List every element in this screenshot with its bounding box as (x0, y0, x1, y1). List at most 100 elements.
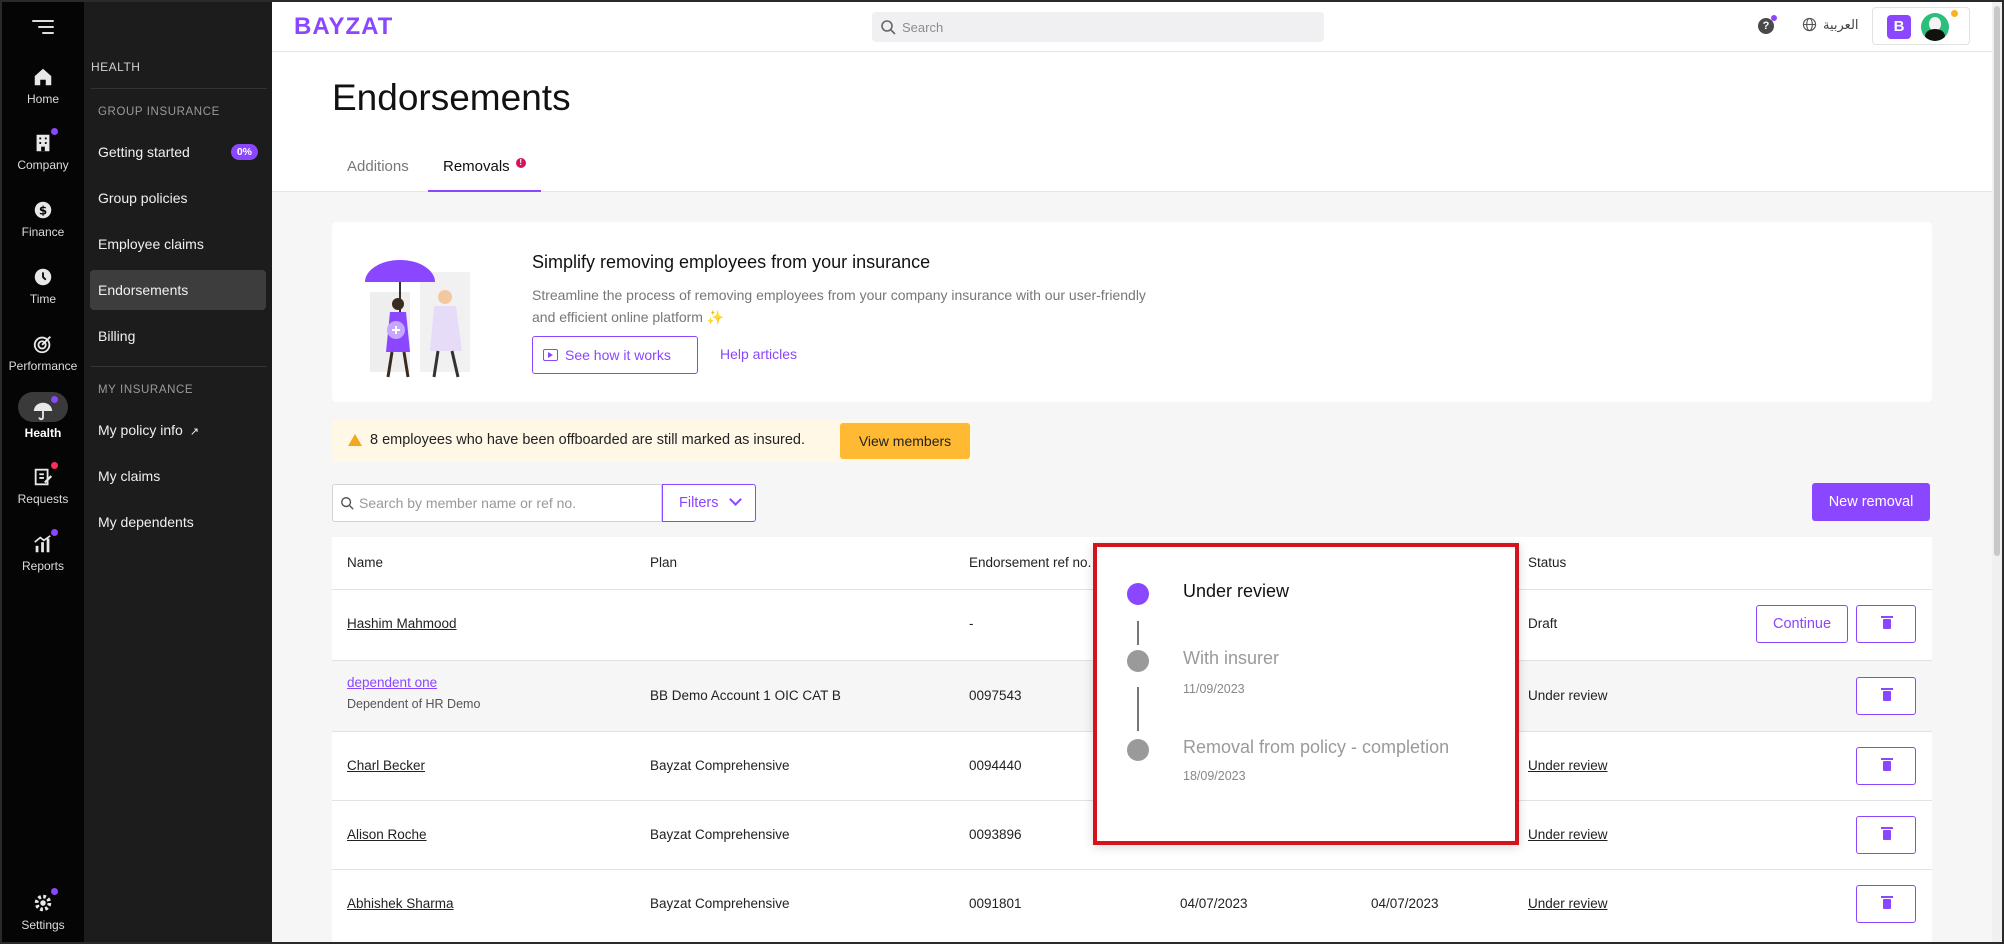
svg-text:$: $ (39, 204, 47, 218)
sidebar-heading: HEALTH (91, 60, 141, 74)
building-icon (32, 128, 58, 154)
status-timeline-popover: Under review With insurer 11/09/2023 Rem… (1093, 543, 1519, 845)
target-icon (32, 333, 54, 355)
member-name-link[interactable]: Abhishek Sharma (347, 896, 454, 911)
sidebar-item-group-policies[interactable]: Group policies (90, 178, 266, 218)
help-articles-link[interactable]: Help articles (720, 346, 797, 362)
member-search[interactable] (332, 484, 662, 522)
clock-icon (32, 266, 54, 288)
group-insurance-label: GROUP INSURANCE (98, 106, 220, 118)
status-link[interactable]: Under review (1528, 896, 1608, 911)
progress-badge: 0% (230, 144, 258, 160)
warning-text: 8 employees who have been offboarded are… (370, 432, 805, 448)
profile-switcher[interactable]: B (1872, 7, 1970, 45)
menu-icon[interactable] (32, 20, 54, 36)
col-plan: Plan (650, 555, 678, 570)
member-name-link[interactable]: Hashim Mahmood (347, 616, 457, 631)
gear-icon (32, 888, 58, 914)
delete-button[interactable] (1856, 747, 1916, 785)
external-link-icon: ↗ (189, 426, 199, 438)
delete-button[interactable] (1856, 605, 1916, 643)
member-name-link[interactable]: Alison Roche (347, 827, 427, 842)
home-icon (32, 66, 54, 88)
member-name-link[interactable]: dependent one (347, 675, 437, 690)
alert-icon: ! (515, 158, 526, 168)
status-link[interactable]: Under review (1528, 758, 1608, 773)
delete-button[interactable] (1856, 677, 1916, 715)
page-scrollbar[interactable] (1992, 2, 2002, 942)
rail-item-time[interactable]: Time (2, 266, 84, 306)
global-search-input[interactable] (902, 12, 1312, 42)
health-sidebar: HEALTH GROUP INSURANCE Getting started 0… (84, 2, 272, 942)
ref-cell: 0091801 (969, 896, 1022, 911)
sidebar-item-my-policy-info[interactable]: My policy info ↗ (90, 410, 266, 450)
search-icon (881, 20, 896, 35)
member-search-input[interactable] (359, 485, 657, 521)
rail-item-performance[interactable]: Performance (2, 333, 84, 373)
date-cell: 04/07/2023 (1371, 896, 1439, 911)
member-subtitle: Dependent of HR Demo (347, 697, 481, 711)
date-cell: 04/07/2023 (1180, 896, 1248, 911)
plan-cell: Bayzat Comprehensive (650, 896, 790, 911)
sidebar-item-endorsements[interactable]: Endorsements (90, 270, 266, 310)
sidebar-item-employee-claims[interactable]: Employee claims (90, 224, 266, 264)
sidebar-item-billing[interactable]: Billing (90, 316, 266, 356)
member-name-link[interactable]: Charl Becker (347, 758, 425, 773)
filters-button[interactable]: Filters (662, 484, 756, 522)
promo-title: Simplify removing employees from your in… (532, 252, 931, 272)
global-search[interactable] (872, 12, 1324, 42)
sidebar-item-getting-started[interactable]: Getting started 0% (90, 132, 266, 172)
trash-icon (1881, 827, 1893, 840)
sidebar-item-my-dependents[interactable]: My dependents (90, 502, 266, 542)
rail-item-finance[interactable]: $ Finance (2, 199, 84, 239)
promo-card: Simplify removing employees from your in… (332, 222, 1932, 402)
page-title: Endorsements (332, 77, 571, 118)
plan-cell: Bayzat Comprehensive (650, 827, 790, 842)
rail-item-requests[interactable]: Requests (2, 462, 84, 506)
delete-button[interactable] (1856, 816, 1916, 854)
offboarded-warning: 8 employees who have been offboarded are… (332, 420, 972, 462)
delete-button[interactable] (1856, 885, 1916, 923)
ref-cell: - (969, 616, 974, 631)
view-members-button[interactable]: View members (840, 423, 970, 459)
sidebar-item-my-claims[interactable]: My claims (90, 456, 266, 496)
page-header: Endorsements Additions Removals! (272, 52, 2002, 192)
company-logo: B (1887, 15, 1911, 39)
tab-additions[interactable]: Additions (347, 158, 409, 192)
plan-cell: BB Demo Account 1 OIC CAT B (650, 688, 841, 703)
continue-button[interactable]: Continue (1756, 605, 1848, 643)
language-switch[interactable]: العربية (1802, 17, 1859, 33)
bar-chart-icon (32, 529, 58, 555)
status-link[interactable]: Under review (1528, 827, 1608, 842)
avatar (1921, 13, 1949, 41)
video-icon (543, 349, 558, 361)
rail-item-reports[interactable]: Reports (2, 529, 84, 573)
new-removal-button[interactable]: New removal (1812, 483, 1930, 521)
logo: BAYZAT (294, 13, 394, 40)
globe-icon (1802, 17, 1817, 32)
app-rail: Home Company $ Finance Time Performance … (2, 2, 84, 942)
status-cell: Draft (1528, 616, 1558, 631)
rail-item-company[interactable]: Company (2, 128, 84, 172)
trash-icon (1881, 758, 1893, 771)
warning-icon (348, 434, 362, 446)
rail-item-home[interactable]: Home (2, 66, 84, 106)
search-icon (341, 497, 354, 510)
promo-description: Streamline the process of removing emplo… (532, 287, 1146, 325)
dollar-icon: $ (32, 199, 54, 221)
tab-removals[interactable]: Removals! (428, 158, 541, 192)
rail-item-health[interactable]: Health (2, 392, 84, 440)
insurance-illustration (365, 260, 470, 378)
see-how-it-works-button[interactable]: See how it works (532, 336, 698, 374)
chevron-down-icon (729, 493, 742, 506)
step-pending-dot (1127, 739, 1149, 761)
step-pending-dot (1127, 650, 1149, 672)
top-bar: BAYZAT ? العربية B (272, 2, 2002, 52)
ref-cell: 0097543 (969, 688, 1022, 703)
my-insurance-label: MY INSURANCE (98, 384, 194, 396)
help-icon[interactable]: ? (1758, 15, 1777, 34)
rail-item-settings[interactable]: Settings (2, 888, 84, 932)
status-cell[interactable]: Under review (1528, 688, 1608, 703)
ref-cell: 0093896 (969, 827, 1022, 842)
umbrella-icon (32, 396, 58, 422)
